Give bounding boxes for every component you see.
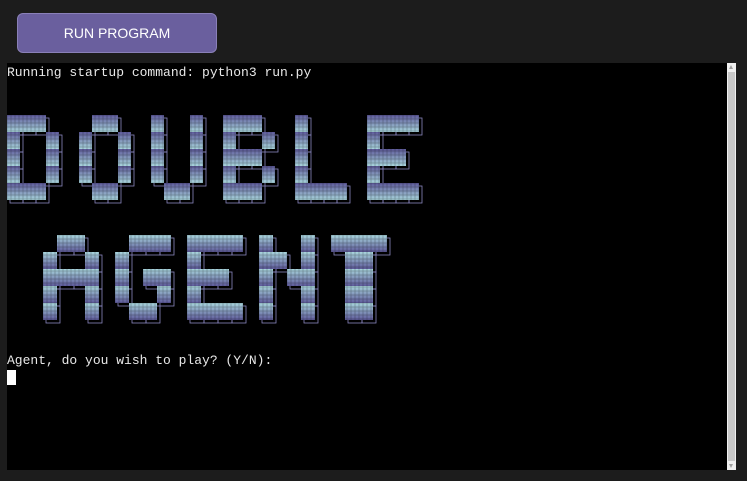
terminal-output[interactable]: Running startup command: python3 run.py …	[7, 63, 727, 470]
banner-letter-d	[7, 115, 63, 204]
banner-letter-a	[43, 235, 103, 324]
double-agent-banner	[7, 115, 423, 324]
banner-letter-e	[187, 235, 247, 324]
banner-letter-b	[223, 115, 279, 204]
banner-word-agent	[43, 235, 391, 324]
scroll-up-arrow-icon[interactable]	[729, 65, 733, 69]
banner-letter-g	[115, 235, 175, 324]
banner-letter-n	[259, 235, 319, 324]
toolbar: RUN PROGRAM	[0, 0, 747, 63]
run-program-button[interactable]: RUN PROGRAM	[17, 13, 217, 53]
startup-command-line: Running startup command: python3 run.py	[7, 65, 312, 80]
terminal-scrollbar[interactable]	[727, 63, 736, 470]
banner-letter-u	[151, 115, 207, 204]
text-cursor	[7, 370, 16, 385]
frame-edge-right	[736, 63, 747, 481]
scroll-down-arrow-icon[interactable]	[729, 464, 733, 468]
banner-letter-e	[367, 115, 423, 204]
play-prompt-line: Agent, do you wish to play? (Y/N):	[7, 353, 273, 368]
banner-letter-l	[295, 115, 351, 204]
scroll-thumb[interactable]	[728, 72, 735, 461]
frame-edge-bottom	[0, 470, 747, 481]
banner-letter-o	[79, 115, 135, 204]
banner-letter-t	[331, 235, 391, 324]
banner-word-double	[7, 115, 423, 204]
